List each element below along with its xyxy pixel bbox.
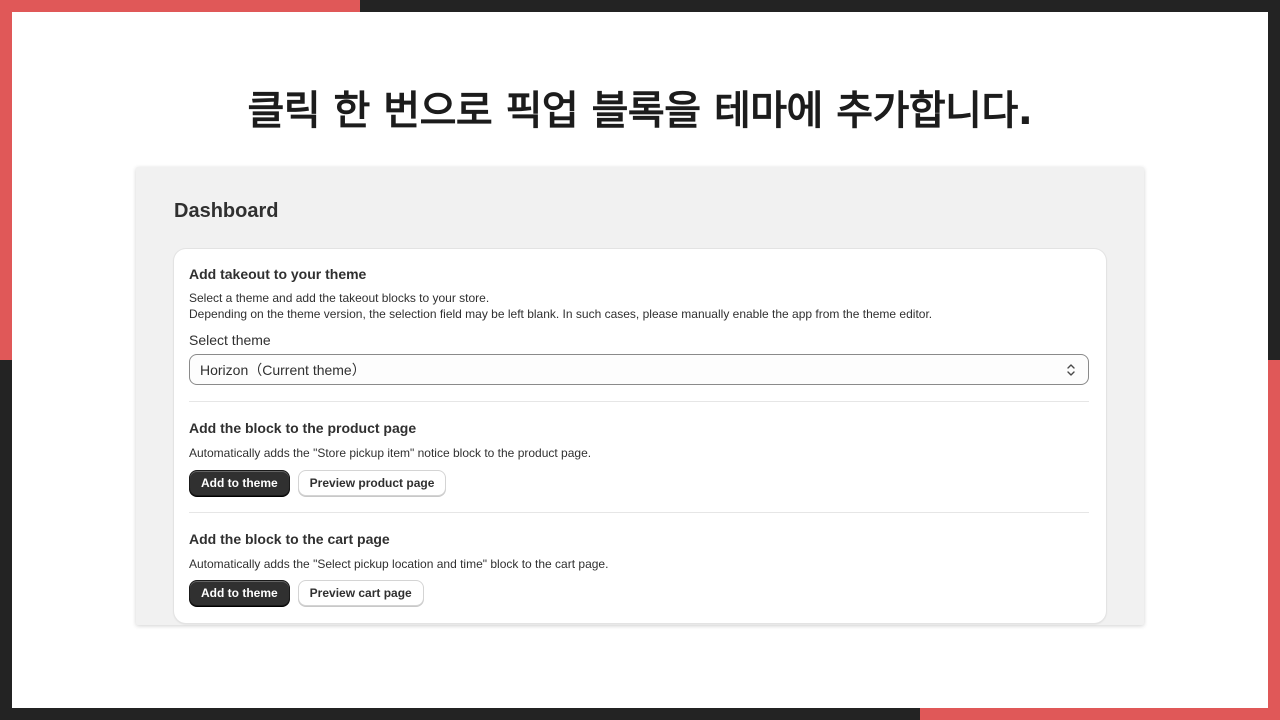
slide: 클릭 한 번으로 픽업 블록을 테마에 추가합니다. Dashboard Add… <box>12 12 1268 708</box>
dashboard-screenshot: Dashboard Add takeout to your theme Sele… <box>136 167 1144 625</box>
section-divider <box>189 401 1089 402</box>
theme-section-description: Select a theme and add the takeout block… <box>189 290 932 322</box>
preview-product-page-button[interactable]: Preview product page <box>297 470 447 496</box>
theme-section-title: Add takeout to your theme <box>189 266 367 282</box>
section-divider <box>189 512 1089 513</box>
product-section-actions: Add to theme Preview product page <box>189 470 447 496</box>
preview-cart-page-button[interactable]: Preview cart page <box>297 580 424 606</box>
theme-select[interactable]: Horizon（Current theme） <box>189 354 1089 385</box>
theme-select-value: Horizon（Current theme） <box>200 361 366 378</box>
theme-description-line-2: Depending on the theme version, the sele… <box>189 307 933 321</box>
theme-card: Add takeout to your theme Select a theme… <box>174 249 1106 623</box>
slide-headline: 클릭 한 번으로 픽업 블록을 테마에 추가합니다. <box>247 88 1033 134</box>
page-title: Dashboard <box>174 200 279 222</box>
select-theme-label: Select theme <box>189 332 271 348</box>
theme-description-line-1: Select a theme and add the takeout block… <box>189 291 490 305</box>
cart-section-title: Add the block to the cart page <box>189 531 390 547</box>
cart-section-actions: Add to theme Preview cart page <box>189 580 424 606</box>
cart-section-description: Automatically adds the "Select pickup lo… <box>189 557 609 571</box>
chevron-up-down-icon <box>1064 361 1078 379</box>
product-section-description: Automatically adds the "Store pickup ite… <box>189 446 592 460</box>
add-to-theme-cart-button[interactable]: Add to theme <box>189 580 290 606</box>
product-section-title: Add the block to the product page <box>189 420 417 436</box>
add-to-theme-product-button[interactable]: Add to theme <box>189 470 290 496</box>
